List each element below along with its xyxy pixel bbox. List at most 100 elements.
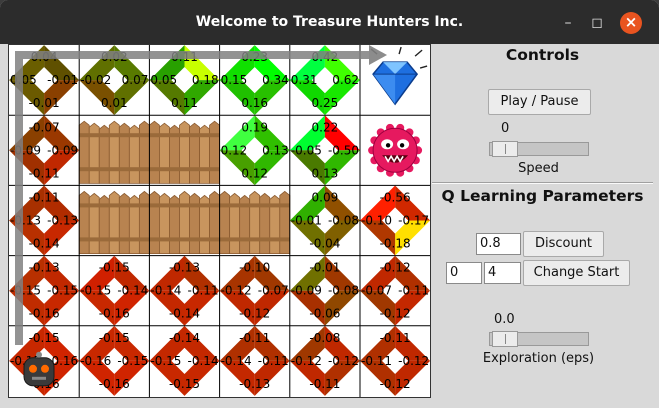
agent-antenna bbox=[36, 351, 42, 358]
q-value-left: -0.14 bbox=[221, 354, 252, 368]
grid-cell[interactable]: -0.13 -0.14 -0.14 -0.11 bbox=[149, 255, 220, 326]
q-value-left: 0.05 bbox=[10, 73, 37, 87]
q-value-up: -0.10 bbox=[239, 261, 270, 275]
grid-cell[interactable]: -0.14 -0.15 -0.15 -0.14 bbox=[149, 325, 220, 396]
q-value-up: 0.09 bbox=[312, 191, 339, 205]
q-value-down: -0.12 bbox=[380, 307, 411, 321]
q-value-left: -0.09 bbox=[10, 143, 41, 157]
q-value-down: -0.14 bbox=[29, 237, 60, 251]
q-value-up: -0.15 bbox=[99, 261, 130, 275]
discount-input[interactable]: 0.8 bbox=[476, 233, 521, 255]
fence-rail bbox=[79, 167, 150, 172]
minimize-icon[interactable]: – bbox=[557, 12, 579, 34]
q-value-up: -0.07 bbox=[29, 120, 60, 134]
q-value-right: -0.11 bbox=[188, 284, 219, 298]
speed-slider[interactable] bbox=[489, 141, 589, 157]
fence-plank bbox=[88, 192, 100, 255]
fence-rail bbox=[149, 133, 220, 138]
q-value-left: 0.15 bbox=[221, 73, 248, 87]
q-value-up: -0.13 bbox=[29, 261, 60, 275]
close-icon[interactable]: × bbox=[620, 12, 642, 34]
start-x-input[interactable]: 0 bbox=[446, 262, 482, 284]
grid-canvas[interactable]: 0.04 -0.01 0.05 -0.01 0.02 0.01 -0.02 0.07 0.11 0… bbox=[8, 44, 431, 398]
grid-cell[interactable]: 0.09 -0.04 -0.01 -0.08 bbox=[289, 185, 360, 256]
q-learning-heading: Q Learning Parameters bbox=[441, 187, 644, 205]
controls-heading: Controls bbox=[505, 46, 580, 64]
q-value-down: 0.12 bbox=[241, 166, 268, 180]
q-value-up: -0.01 bbox=[309, 261, 340, 275]
grid-cell[interactable]: -0.11 -0.12 -0.11 -0.12 bbox=[360, 325, 430, 396]
fence-plank bbox=[78, 190, 90, 255]
fence-plank bbox=[189, 192, 200, 255]
fence-plank bbox=[88, 122, 100, 184]
q-value-left: -0.12 bbox=[291, 354, 322, 368]
fence-plank bbox=[209, 190, 221, 255]
q-value-down: -0.11 bbox=[309, 377, 340, 391]
sparkle-ray bbox=[419, 65, 428, 69]
grid-cell[interactable]: -0.12 -0.12 -0.07 -0.11 bbox=[360, 255, 430, 326]
title-bar[interactable]: Welcome to Treasure Hunters Inc. – ◻ × bbox=[0, 0, 659, 44]
q-value-up: 0.22 bbox=[312, 120, 339, 134]
maximize-icon[interactable]: ◻ bbox=[586, 12, 608, 34]
start-y-input[interactable]: 4 bbox=[484, 262, 521, 284]
q-value-down: 0.11 bbox=[171, 96, 198, 110]
play-pause-button[interactable]: Play / Pause bbox=[488, 89, 591, 115]
fence-plank bbox=[229, 192, 241, 255]
grid-cell[interactable]: -0.56 -0.18 -0.10 -0.17 bbox=[360, 185, 430, 256]
q-value-down: -0.04 bbox=[309, 237, 340, 251]
fence-plank bbox=[179, 190, 190, 255]
q-value-down: -0.15 bbox=[169, 377, 200, 391]
app-window: Welcome to Treasure Hunters Inc. – ◻ × 0… bbox=[0, 0, 659, 408]
grid-cell[interactable]: 0.22 0.13 -0.05 -0.50 bbox=[289, 115, 360, 186]
q-value-left: -0.01 bbox=[291, 214, 322, 228]
q-value-grid[interactable]: 0.04-0.010.05 -0.010.020.01-0.02 0.070.110… bbox=[9, 45, 430, 397]
grid-cell[interactable]: -0.08 -0.11 -0.12 -0.12 bbox=[289, 325, 360, 396]
q-value-right: -0.12 bbox=[328, 354, 359, 368]
q-value-right: -0.50 bbox=[328, 143, 359, 157]
grid-cell[interactable]: -0.11 -0.13 -0.14 -0.11 bbox=[219, 325, 290, 396]
q-value-right: -0.01 bbox=[47, 73, 78, 87]
grid-cell[interactable]: -0.15 -0.16 -0.15 -0.14 bbox=[79, 255, 150, 326]
agent-body bbox=[23, 357, 55, 387]
q-value-right: 0.07 bbox=[122, 73, 149, 87]
speed-label: Speed bbox=[518, 161, 559, 176]
grid-cell[interactable]: -0.15 -0.16 -0.16 -0.15 bbox=[79, 325, 150, 396]
fence-plank bbox=[219, 190, 231, 255]
q-value-left: -0.14 bbox=[150, 284, 181, 298]
change-start-button[interactable]: Change Start bbox=[523, 260, 630, 286]
grid-cell[interactable]: -0.01 -0.06 -0.09 -0.08 bbox=[289, 255, 360, 326]
speed-slider-handle[interactable] bbox=[492, 141, 518, 157]
monster-pupil bbox=[385, 143, 391, 148]
q-value-right: -0.13 bbox=[47, 214, 78, 228]
q-value-up: -0.12 bbox=[380, 261, 411, 275]
q-value-right: -0.08 bbox=[328, 214, 359, 228]
grid-cell[interactable]: -0.10 -0.12 -0.12 -0.07 bbox=[219, 255, 290, 326]
grid-cell[interactable] bbox=[219, 185, 291, 256]
fence-plank bbox=[108, 190, 120, 255]
q-value-down: -0.16 bbox=[99, 307, 130, 321]
q-value-right: -0.08 bbox=[328, 284, 359, 298]
discount-button[interactable]: Discount bbox=[523, 231, 604, 257]
exploration-slider-handle[interactable] bbox=[492, 331, 518, 347]
exploration-label: Exploration (eps) bbox=[482, 351, 595, 366]
q-value-down: 0.25 bbox=[312, 96, 339, 110]
exploration-slider[interactable] bbox=[489, 331, 589, 347]
q-value-left: 0.12 bbox=[221, 143, 248, 157]
monster-cell[interactable] bbox=[368, 123, 423, 177]
fence-plank bbox=[78, 120, 90, 184]
q-value-left: -0.05 bbox=[291, 143, 322, 157]
fence-rail bbox=[149, 203, 220, 208]
q-value-up: 0.19 bbox=[241, 120, 268, 134]
q-value-up: -0.13 bbox=[169, 261, 200, 275]
grid-cell[interactable] bbox=[78, 185, 150, 256]
grid-cell[interactable] bbox=[148, 185, 221, 256]
grid-cell[interactable]: 0.19 0.12 0.12 0.13 bbox=[219, 115, 290, 186]
fence-plank bbox=[148, 120, 160, 184]
q-value-down: 0.16 bbox=[241, 96, 268, 110]
grid-cell[interactable] bbox=[148, 115, 221, 186]
agent-eye bbox=[41, 364, 49, 373]
grid-cell[interactable] bbox=[78, 115, 150, 186]
q-value-right: 0.13 bbox=[262, 143, 289, 157]
q-value-up: -0.56 bbox=[380, 191, 411, 205]
q-value-down: -0.01 bbox=[29, 96, 60, 110]
